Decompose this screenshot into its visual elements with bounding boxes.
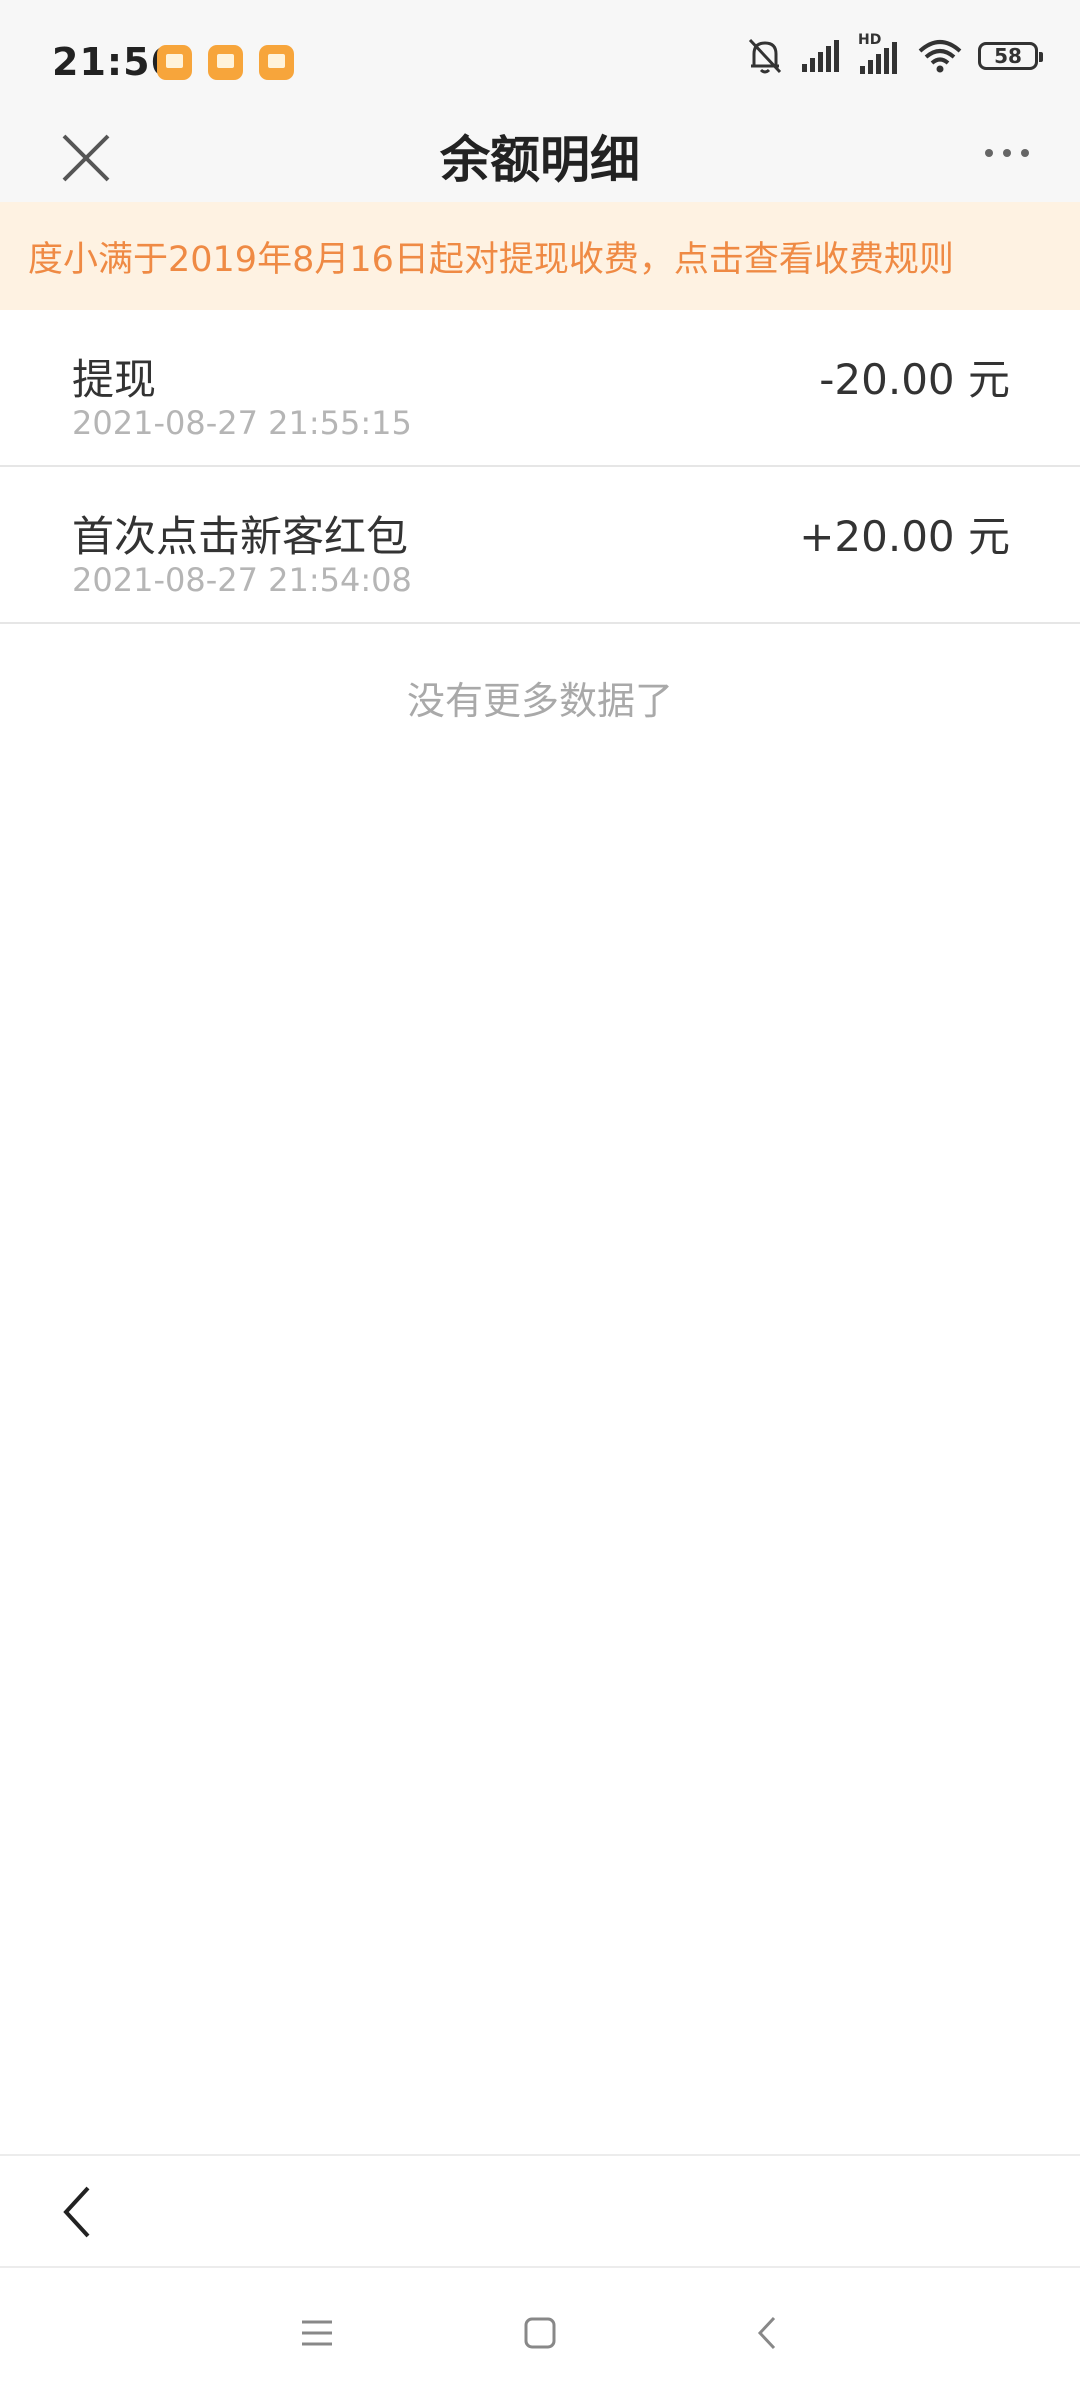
hd-signal-icon: HD bbox=[858, 32, 902, 74]
battery-icon: 58 bbox=[978, 42, 1043, 70]
transaction-row[interactable]: 首次点击新客红包 2021-08-27 21:54:08 +20.00 元 bbox=[0, 467, 1080, 624]
mute-bell-icon bbox=[748, 38, 782, 74]
status-bar: 21:56 HD 58 bbox=[0, 0, 1080, 128]
notification-icons bbox=[157, 45, 294, 80]
transaction-row[interactable]: 提现 2021-08-27 21:55:15 -20.00 元 bbox=[0, 310, 1080, 467]
transaction-time: 2021-08-27 21:55:15 bbox=[72, 404, 412, 442]
fee-notice-banner[interactable]: 度小满于2019年8月16日起对提现收费，点击查看收费规则 bbox=[0, 202, 1080, 310]
system-navigation-bar bbox=[0, 2268, 1080, 2400]
menu-icon[interactable] bbox=[292, 2308, 342, 2358]
home-icon[interactable] bbox=[515, 2308, 565, 2358]
bottom-toolbar bbox=[0, 2154, 1080, 2268]
app-notification-icon bbox=[208, 45, 243, 80]
more-options-icon[interactable] bbox=[982, 138, 1032, 168]
transaction-amount: -20.00 元 bbox=[819, 355, 1010, 404]
wifi-icon bbox=[918, 40, 962, 73]
battery-level: 58 bbox=[994, 44, 1022, 68]
transaction-amount: +20.00 元 bbox=[799, 512, 1010, 561]
back-icon[interactable] bbox=[743, 2308, 793, 2358]
status-indicators: HD 58 bbox=[746, 32, 1043, 76]
back-arrow-icon[interactable] bbox=[58, 2182, 98, 2242]
signal-icon bbox=[802, 40, 839, 72]
transaction-list: 提现 2021-08-27 21:55:15 -20.00 元 首次点击新客红包… bbox=[0, 310, 1080, 624]
transaction-title: 首次点击新客红包 bbox=[72, 512, 409, 561]
app-notification-icon bbox=[157, 45, 192, 80]
app-notification-icon bbox=[259, 45, 294, 80]
page-title: 余额明细 bbox=[440, 131, 640, 189]
transaction-time: 2021-08-27 21:54:08 bbox=[72, 561, 412, 599]
fee-notice-text: 度小满于2019年8月16日起对提现收费，点击查看收费规则 bbox=[28, 239, 954, 280]
transaction-title: 提现 bbox=[72, 355, 157, 404]
navigation-bar: 余额明细 bbox=[0, 128, 1080, 202]
no-more-data-label: 没有更多数据了 bbox=[406, 679, 673, 723]
